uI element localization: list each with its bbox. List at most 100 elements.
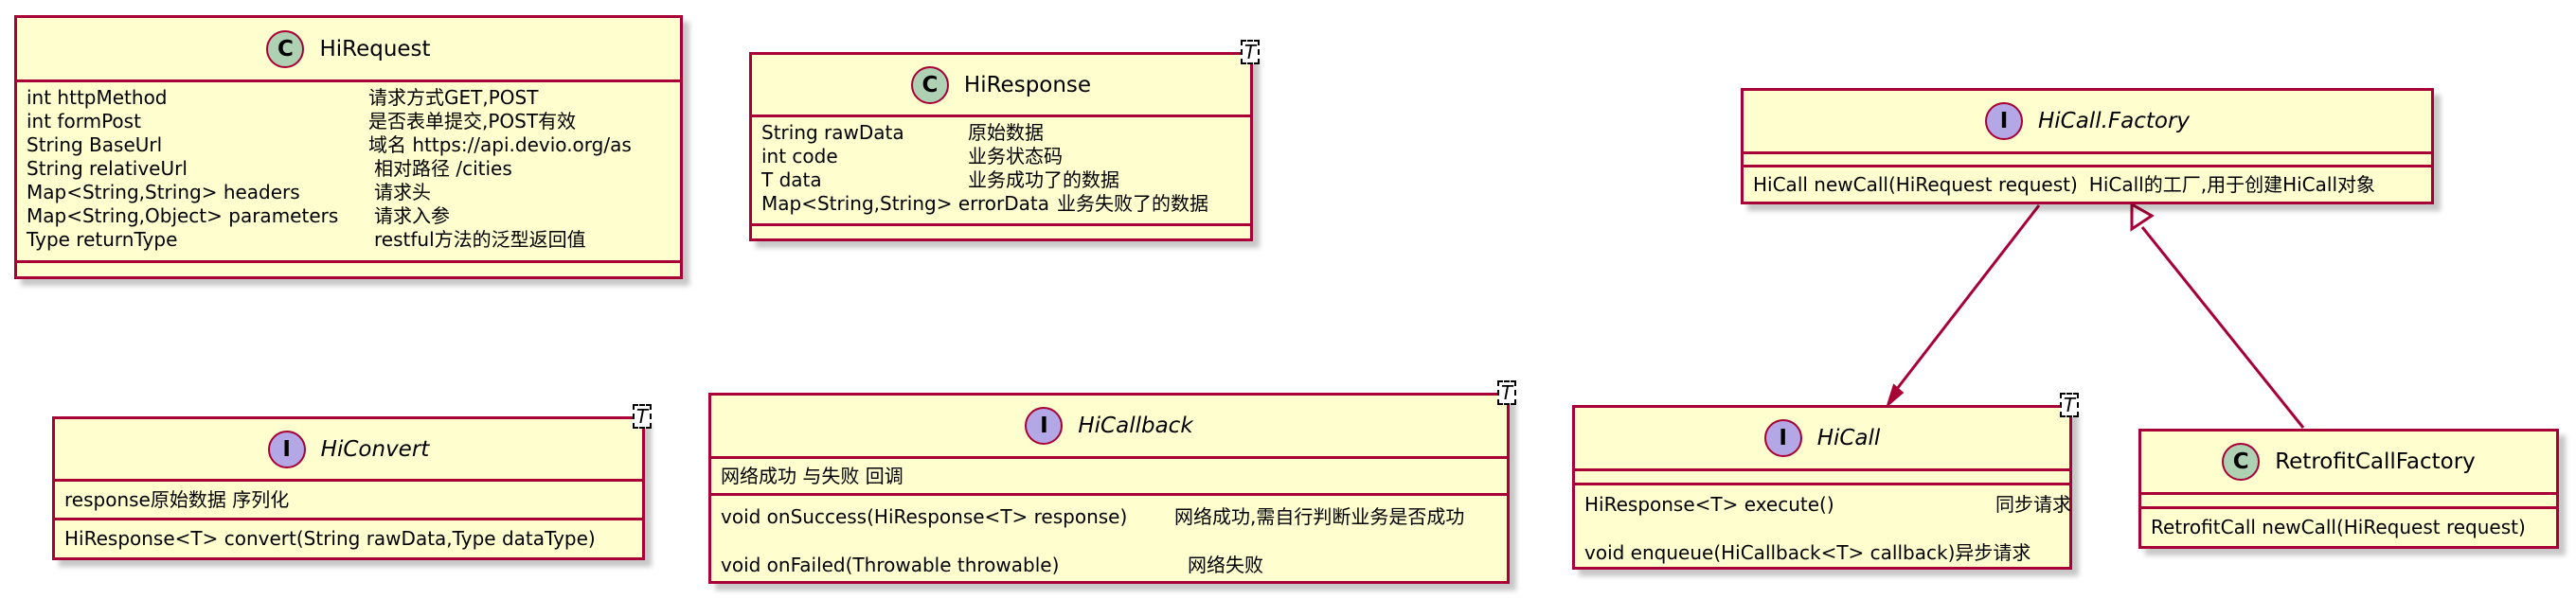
class-header: I HiCall [1575,408,2069,468]
interface-badge-icon: I [1984,102,2023,140]
method-comment: 网络成功,需自行判断业务是否成功 [1174,505,1465,528]
method-comment: 网络失败 [1188,554,1263,576]
hicall-interface[interactable]: T I HiCall HiResponse<T> execute() 同步请求 … [1572,393,2079,570]
field-row: Map<String,Object> parameters 请求入参 [27,204,671,228]
field-row: String rawData 原始数据 [761,121,1241,145]
method-decl: void enqueue(HiCallback<T> callback) [1584,541,1956,564]
field-decl: T data [761,168,822,191]
method-row: RetrofitCall newCall(HiRequest request) [2151,516,2547,539]
interface-name: HiCall [1816,426,1881,450]
method-row: void onFailed(Throwable throwable) 网络失败 [721,554,1497,577]
field-comment: 原始数据 [968,121,1044,144]
field-decl: 网络成功 与失败 回调 [721,465,903,487]
field-decl: String BaseUrl [27,133,163,156]
fields-section: String rawData 原始数据 int code 业务状态码 T dat… [752,115,1250,216]
retrofit-call-factory-class[interactable]: C RetrofitCallFactory RetrofitCall newCa… [2138,429,2559,549]
field-comment: 域名 https://api.devio.org/as [368,133,632,156]
field-comment: 请求方式GET,POST [368,86,539,109]
field-decl: String rawData [761,121,904,144]
factory-to-hicall-arrowhead [1885,383,1905,409]
methods-section: HiResponse<T> execute() 同步请求 void enqueu… [1575,483,2071,565]
fields-section [1575,468,2069,483]
method-row: void enqueue(HiCallback<T> callback) 异步请… [1584,541,2060,565]
field-decl: String relativeUrl [27,157,188,180]
hiresponse-class[interactable]: T C HiResponse String rawData 原始数据 int c… [749,40,1260,241]
class-name: HiRequest [319,36,431,62]
method-row: HiResponse<T> execute() 同步请求 [1584,493,2071,517]
field-row: Map<String,String> headers 请求头 [27,181,671,204]
hirequest-class[interactable]: C HiRequest int httpMethod 请求方式GET,POST … [14,15,683,279]
method-decl: RetrofitCall newCall(HiRequest request) [2151,516,2526,538]
field-comment: 业务失败了的数据 [1056,192,1208,215]
field-row: response原始数据 序列化 [64,488,633,512]
method-decl: void onSuccess(HiResponse<T> response) [721,505,1128,528]
methods-section: RetrofitCall newCall(HiRequest request) [2141,506,2556,539]
interface-badge-icon: I [267,430,306,468]
field-comment: 请求入参 [374,204,450,227]
hicallback-interface[interactable]: T I HiCallback 网络成功 与失败 回调 void onSucces… [708,380,1516,584]
fields-section: 网络成功 与失败 回调 [711,456,1507,493]
field-row: Type returnType restful方法的泛型返回值 [27,228,671,252]
interface-name: HiConvert [320,436,430,462]
method-decl: HiCall newCall(HiRequest request) [1753,173,2078,196]
field-decl: int code [761,145,838,167]
method-row: HiCall newCall(HiRequest request) HiCall… [1753,173,2422,197]
field-row: T data 业务成功了的数据 [761,168,1241,192]
methods-section: void onSuccess(HiResponse<T> response) 网… [711,493,1507,577]
method-decl: HiResponse<T> convert(String rawData,Typ… [64,527,596,550]
class-badge-icon: C [2222,443,2261,481]
fields-section: int httpMethod 请求方式GET,POST int formPost… [17,79,680,252]
field-comment: restful方法的泛型返回值 [374,228,586,251]
field-comment: 是否表单提交,POST有效 [368,110,577,132]
class-name: RetrofitCallFactory [2275,449,2476,474]
field-row: Map<String,String> errorData 业务失败了的数据 [761,192,1241,216]
class-badge-icon: C [266,29,305,68]
interface-badge-icon: I [1025,407,1064,445]
field-row: int formPost 是否表单提交,POST有效 [27,110,671,133]
hicall-factory-interface[interactable]: I HiCall.Factory HiCall newCall(HiReques… [1741,88,2434,204]
class-header: C HiRequest [17,18,680,79]
field-decl: Type returnType [27,228,178,251]
methods-section: HiCall newCall(HiRequest request) HiCall… [1744,165,2431,197]
methods-section: HiResponse<T> convert(String rawData,Typ… [55,518,642,551]
field-decl: response原始数据 序列化 [64,488,290,511]
class-header: I HiCallback [711,396,1507,456]
methods-section [752,223,1250,238]
interface-name: HiCallback [1078,414,1193,438]
class-name: HiResponse [963,72,1092,97]
hiconvert-interface[interactable]: T I HiConvert response原始数据 序列化 HiRespons… [52,404,652,560]
field-decl: int formPost [27,110,141,132]
class-header: C HiResponse [752,55,1250,115]
realization-triangle [2130,202,2155,232]
field-row: String BaseUrl 域名 https://api.devio.org/… [27,133,671,157]
method-row: HiResponse<T> convert(String rawData,Typ… [64,527,633,551]
field-decl: int httpMethod [27,86,168,109]
retrofit-implements-factory-line [2140,226,2305,429]
field-comment: 业务成功了的数据 [968,168,1119,191]
field-row: 网络成功 与失败 回调 [721,465,1497,488]
field-row: String relativeUrl 相对路径 /cities [27,157,671,181]
field-row: int code 业务状态码 [761,145,1241,168]
field-decl: Map<String,String> errorData [761,192,1049,215]
fields-section [1744,151,2431,165]
method-comment: HiCall的工厂,用于创建HiCall对象 [2088,173,2376,196]
class-badge-icon: C [910,65,949,104]
field-comment: 相对路径 /cities [374,157,512,180]
method-row: void onSuccess(HiResponse<T> response) 网… [721,505,1497,529]
field-row: int httpMethod 请求方式GET,POST [27,86,671,110]
class-header: C RetrofitCallFactory [2141,432,2556,492]
field-decl: Map<String,Object> parameters [27,204,339,227]
method-decl: void onFailed(Throwable throwable) [721,554,1060,576]
methods-section [17,260,680,276]
factory-to-hicall-arrow [1888,204,2041,398]
class-header: I HiCall.Factory [1744,91,2431,151]
method-decl: HiResponse<T> execute() [1584,493,1834,516]
interface-badge-icon: I [1763,419,1802,457]
interface-name: HiCall.Factory [2037,109,2191,133]
method-comment: 异步请求 [1955,541,2031,564]
fields-section [2141,492,2556,506]
method-comment: 同步请求 [1995,493,2071,516]
field-comment: 请求头 [374,181,431,203]
class-header: I HiConvert [55,419,642,479]
field-decl: Map<String,String> headers [27,181,300,203]
